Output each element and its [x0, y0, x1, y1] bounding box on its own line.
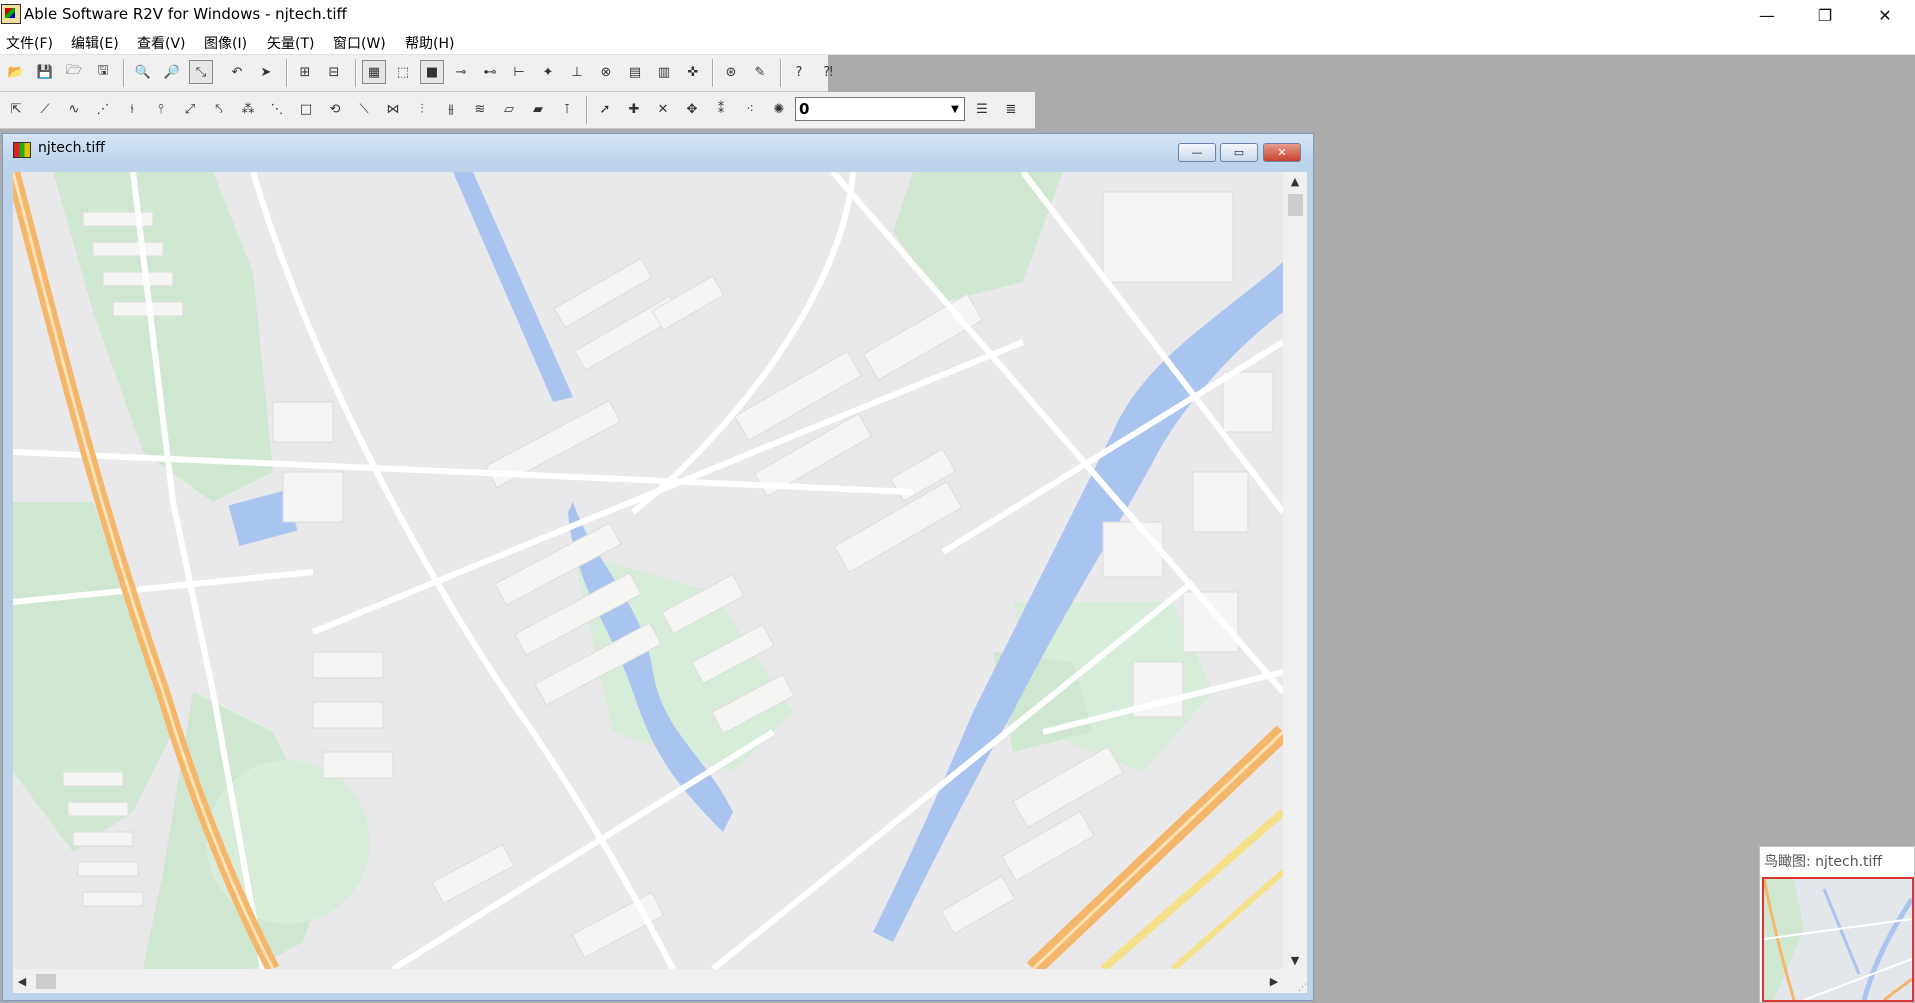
document-title: njtech.tiff — [38, 140, 105, 156]
trim-icon[interactable]: ⤣ — [207, 97, 231, 121]
birdseye-title: 鸟瞰图: njtech.tiff — [1764, 854, 1883, 870]
pointer-icon[interactable]: ➚ — [593, 97, 617, 121]
snap-icon[interactable]: ⁂ — [236, 97, 260, 121]
simplify-icon[interactable]: ⋱ — [265, 97, 289, 121]
menu-help[interactable]: 帮助(H) — [405, 33, 454, 53]
title-bar: Able Software R2V for Windows - njtech.t… — [0, 0, 1915, 30]
layers-icon[interactable]: ☰ — [970, 97, 994, 121]
menu-window[interactable]: 窗口(W) — [333, 33, 386, 53]
select-edit-icon[interactable]: ⇱ — [4, 97, 28, 121]
edit-text-icon[interactable]: ✎ — [748, 60, 772, 84]
layer-manager-icon[interactable]: ≣ — [999, 97, 1023, 121]
contour-icon[interactable]: ≋ — [468, 97, 492, 121]
birdseye-map[interactable] — [1762, 877, 1914, 1002]
pan-zoom-icon[interactable]: ⤡ — [189, 60, 213, 84]
doc-maximize-button[interactable]: ▭ — [1220, 143, 1258, 162]
select-arrow-icon[interactable]: ➤ — [254, 60, 278, 84]
menu-bar: 文件(F) 编辑(E) 查看(V) 图像(I) 矢量(T) 窗口(W) 帮助(H… — [0, 30, 1915, 55]
layer-select-value: 0 — [799, 100, 810, 118]
menu-file[interactable]: 文件(F) — [6, 33, 53, 53]
vertical-scrollbar[interactable]: ▲ ▼ — [1283, 172, 1307, 969]
zoom-in-icon[interactable]: 🔍 — [131, 60, 155, 84]
help-icon[interactable]: ? — [787, 60, 811, 84]
horizontal-scroll-thumb[interactable] — [36, 974, 56, 989]
trace-region-icon[interactable]: ⊟ — [322, 60, 346, 84]
rectangle-icon[interactable]: □ — [294, 97, 318, 121]
resize-grip-icon[interactable]: ⋰ — [1283, 969, 1307, 993]
window-title: Able Software R2V for Windows - njtech.t… — [24, 5, 347, 23]
restore-button[interactable]: ❐ — [1796, 0, 1854, 30]
remove-node-icon[interactable]: ✕ — [651, 97, 675, 121]
id-label-icon[interactable]: ⫵ — [439, 97, 463, 121]
minimize-button[interactable]: — — [1738, 0, 1796, 30]
node-id-icon[interactable]: ⁑ — [709, 97, 733, 121]
fill-region-icon[interactable]: ■ — [420, 60, 444, 84]
app-icon — [1, 4, 21, 24]
rotate-icon[interactable]: ⟲ — [323, 97, 347, 121]
close-button[interactable]: ✕ — [1856, 0, 1914, 30]
draw-dashed-icon[interactable]: ⋰ — [91, 97, 115, 121]
draw-curve-icon[interactable]: ∿ — [62, 97, 86, 121]
trace-line-icon[interactable]: ⊞ — [293, 60, 317, 84]
doc-minimize-button[interactable]: — — [1178, 143, 1216, 162]
scroll-down-icon[interactable]: ▼ — [1283, 951, 1307, 969]
save-icon[interactable]: 💾 — [33, 60, 57, 84]
undo-icon[interactable]: ↶ — [225, 60, 249, 84]
show-image-icon[interactable]: ▦ — [362, 60, 386, 84]
node-end-icon[interactable]: ⊷ — [478, 60, 502, 84]
vertical-scroll-thumb[interactable] — [1288, 194, 1303, 216]
add-node-icon[interactable]: ✚ — [622, 97, 646, 121]
toolbar-main: 📂 💾 🗁 🖫 🔍 🔎 ⤡ ↶ ➤ ⊞ ⊟ ▦ ⬚ ■ ⊸ ⊷ ⊢ ✦ ⊥ ⊗ … — [0, 55, 833, 92]
scroll-right-icon[interactable]: ▶ — [1265, 969, 1283, 993]
context-help-icon[interactable]: ⁈ — [816, 60, 840, 84]
delete-node-icon[interactable]: ⊗ — [594, 60, 618, 84]
vertex-icon[interactable]: ⊥ — [565, 60, 589, 84]
menu-vector[interactable]: 矢量(T) — [267, 33, 314, 53]
point-icon[interactable]: ✦ — [536, 60, 560, 84]
menu-image[interactable]: 图像(I) — [204, 33, 247, 53]
diagonal-icon[interactable]: ⟍ — [352, 97, 376, 121]
open-icon[interactable]: 📂 — [4, 60, 28, 84]
document-window: njtech.tiff — ▭ ✕ ▲ ▼ ◀ ▶ ⋰ — [2, 133, 1314, 1001]
merge-icon[interactable]: ⋈ — [381, 97, 405, 121]
birdseye-thumbnail — [1764, 879, 1912, 1000]
hatch-icon[interactable]: ▱ — [497, 97, 521, 121]
text-grid-icon[interactable]: ▤ — [623, 60, 647, 84]
scroll-left-icon[interactable]: ◀ — [13, 969, 31, 993]
save-image-icon[interactable]: 🖫 — [91, 60, 115, 84]
pick-color-icon[interactable]: ⊛ — [719, 60, 743, 84]
horizontal-scrollbar[interactable]: ◀ ▶ — [13, 969, 1283, 993]
ocr-icon[interactable]: ▥ — [652, 60, 676, 84]
map-image — [13, 172, 1283, 969]
open-image-icon[interactable]: 🗁 — [62, 60, 86, 84]
measure-icon[interactable]: ⊢ — [507, 60, 531, 84]
map-canvas[interactable] — [13, 172, 1283, 969]
chevron-down-icon[interactable]: ▼ — [946, 98, 964, 120]
node-link-icon[interactable]: ⊸ — [449, 60, 473, 84]
id-icon[interactable]: ⫶ — [410, 97, 434, 121]
join-icon[interactable]: ⫯ — [149, 97, 173, 121]
light-icon[interactable]: ✺ — [767, 97, 791, 121]
birdseye-window: 鸟瞰图: njtech.tiff — [1759, 846, 1915, 1003]
toolbar-vector: ⇱ ⟋ ∿ ⋰ ⫮ ⫯ ⤢ ⤣ ⁂ ⋱ □ ⟲ ⟍ ⋈ ⫶ ⫵ ≋ ▱ ▰ ⊺ … — [0, 92, 1035, 129]
move-node-icon[interactable]: ✥ — [680, 97, 704, 121]
document-icon — [13, 142, 31, 158]
show-vector-icon[interactable]: ⬚ — [391, 60, 415, 84]
menu-view[interactable]: 查看(V) — [137, 33, 186, 53]
document-title-bar[interactable]: njtech.tiff — ▭ ✕ — [3, 134, 1313, 164]
layer-select[interactable]: 0 ▼ — [795, 97, 965, 121]
split-icon[interactable]: ⫮ — [120, 97, 144, 121]
extend-icon[interactable]: ⤢ — [178, 97, 202, 121]
draw-line-icon[interactable]: ⟋ — [33, 97, 57, 121]
menu-edit[interactable]: 编辑(E) — [71, 33, 119, 53]
scroll-up-icon[interactable]: ▲ — [1283, 172, 1307, 190]
control-point-icon[interactable]: ✜ — [681, 60, 705, 84]
doc-close-button[interactable]: ✕ — [1263, 143, 1301, 162]
zoom-out-icon[interactable]: 🔎 — [160, 60, 184, 84]
elevation-icon[interactable]: ⊺ — [555, 97, 579, 121]
point-id-icon[interactable]: ⁖ — [738, 97, 762, 121]
fill-polygon-icon[interactable]: ▰ — [526, 97, 550, 121]
